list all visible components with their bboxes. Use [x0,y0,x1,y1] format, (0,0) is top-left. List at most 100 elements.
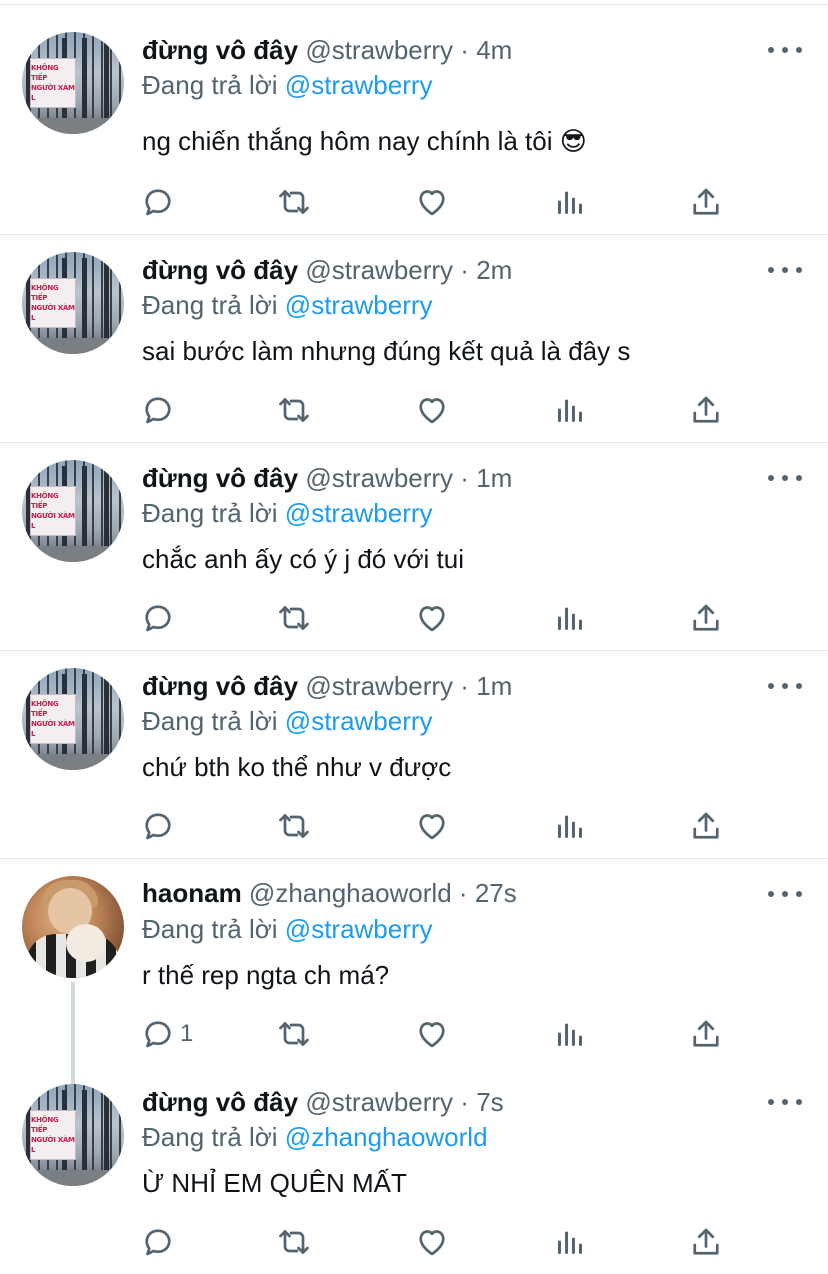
more-options-icon[interactable] [768,884,802,904]
share-button[interactable] [688,1014,724,1054]
like-button[interactable] [414,1222,450,1262]
reply-icon [140,392,176,428]
like-button[interactable] [414,806,450,846]
author-handle[interactable]: @strawberry [305,255,453,285]
retweet-icon [276,600,312,636]
author-handle[interactable]: @strawberry [305,1087,453,1117]
like-button[interactable] [414,182,450,222]
author-name[interactable]: haonam [142,878,242,908]
analytics-button[interactable] [552,598,588,638]
analytics-icon [552,1016,588,1052]
share-icon [688,392,724,428]
replying-to-label: Đang trả lời [142,498,278,528]
author-handle[interactable]: @zhanghaoworld [249,878,452,908]
gate-sign-avatar[interactable]: KHÔNG TIẾP NGƯỜI XÀM L [22,32,124,134]
tweet-text: sai bước làm nhưng đúng kết quả là đây s [142,336,631,366]
retweet-button[interactable] [276,806,312,846]
author-handle[interactable]: @strawberry [305,35,453,65]
share-button[interactable] [688,806,724,846]
reply-mention-link[interactable]: @strawberry [285,290,433,320]
reply-button[interactable]: 1 [140,1014,193,1054]
author-handle[interactable]: @strawberry [305,671,453,701]
reply-icon [140,600,176,636]
reply-button[interactable] [140,182,180,222]
gate-sign-avatar[interactable]: KHÔNG TIẾP NGƯỜI XÀM L [22,668,124,770]
person-avatar[interactable] [22,876,124,978]
reply-mention-link[interactable]: @strawberry [285,706,433,736]
share-button[interactable] [688,182,724,222]
share-icon [688,184,724,220]
author-name[interactable]: đừng vô đây [142,1087,298,1117]
author-name[interactable]: đừng vô đây [142,671,298,701]
reply-mention-link[interactable]: @strawberry [285,498,433,528]
retweet-button[interactable] [276,390,312,430]
like-button[interactable] [414,1014,450,1054]
more-options-icon[interactable] [768,40,802,60]
more-dot [782,267,788,273]
reply-mention-link[interactable]: @strawberry [285,914,433,944]
gate-sign-avatar[interactable]: KHÔNG TIẾP NGƯỜI XÀM L [22,460,124,562]
share-button[interactable] [688,598,724,638]
more-options-icon[interactable] [768,676,802,696]
reply-button[interactable] [140,390,180,430]
share-icon [688,600,724,636]
avatar-sign-line: NGƯỜI XÀM L [31,512,75,530]
author-name[interactable]: đừng vô đây [142,463,298,493]
retweet-button[interactable] [276,182,312,222]
analytics-icon [552,808,588,844]
ground [22,754,124,770]
replying-to: Đang trả lời @strawberry [142,289,433,321]
author-handle[interactable]: @strawberry [305,463,453,493]
more-dot [768,267,774,273]
more-options-icon[interactable] [768,1092,802,1112]
tweet-timestamp[interactable]: 2m [476,255,512,285]
replying-to-label: Đang trả lời [142,914,278,944]
analytics-button[interactable] [552,1222,588,1262]
reply-button[interactable] [140,806,180,846]
reply-button[interactable] [140,1222,180,1262]
like-button[interactable] [414,390,450,430]
retweet-button[interactable] [276,598,312,638]
like-button[interactable] [414,598,450,638]
analytics-button[interactable] [552,182,588,222]
analytics-button[interactable] [552,806,588,846]
retweet-icon [276,392,312,428]
replying-to: Đang trả lời @strawberry [142,913,433,945]
more-options-icon[interactable] [768,260,802,280]
more-options-icon[interactable] [768,468,802,488]
analytics-button[interactable] [552,1014,588,1054]
author-name[interactable]: đừng vô đây [142,35,298,65]
share-button[interactable] [688,390,724,430]
more-dot [768,475,774,481]
analytics-button[interactable] [552,390,588,430]
reply-mention-link[interactable]: @strawberry [285,70,433,100]
share-icon [688,1224,724,1260]
replying-to-label: Đang trả lời [142,70,278,100]
retweet-button[interactable] [276,1222,312,1262]
tweet-timestamp[interactable]: 27s [475,878,517,908]
reply-button[interactable] [140,598,180,638]
retweet-icon [276,184,312,220]
gate-sign-avatar[interactable]: KHÔNG TIẾP NGƯỜI XÀM L [22,1084,124,1186]
tweet-timestamp[interactable]: 4m [476,35,512,65]
tweet-timestamp[interactable]: 1m [476,463,512,493]
gate-sign-avatar[interactable]: KHÔNG TIẾP NGƯỜI XÀM L [22,252,124,354]
share-icon [688,1016,724,1052]
more-dot [796,683,802,689]
separator-dot: · [460,255,469,285]
more-dot [768,1099,774,1105]
share-button[interactable] [688,1222,724,1262]
reply-icon [140,184,176,220]
like-icon [414,392,450,428]
ground [22,118,124,134]
tweet-timestamp[interactable]: 7s [476,1087,503,1117]
reply-mention-link[interactable]: @zhanghaoworld [285,1122,488,1152]
avatar-sign: KHÔNG TIẾP NGƯỜI XÀM L [30,278,76,328]
replying-to-label: Đang trả lời [142,1122,278,1152]
tweet-timestamp[interactable]: 1m [476,671,512,701]
tweet-text: Ừ NHỈ EM QUÊN MẤT [142,1168,407,1198]
retweet-button[interactable] [276,1014,312,1054]
tweet-header: đừng vô đây @strawberry · 4m [142,34,512,66]
analytics-icon [552,184,588,220]
author-name[interactable]: đừng vô đây [142,255,298,285]
